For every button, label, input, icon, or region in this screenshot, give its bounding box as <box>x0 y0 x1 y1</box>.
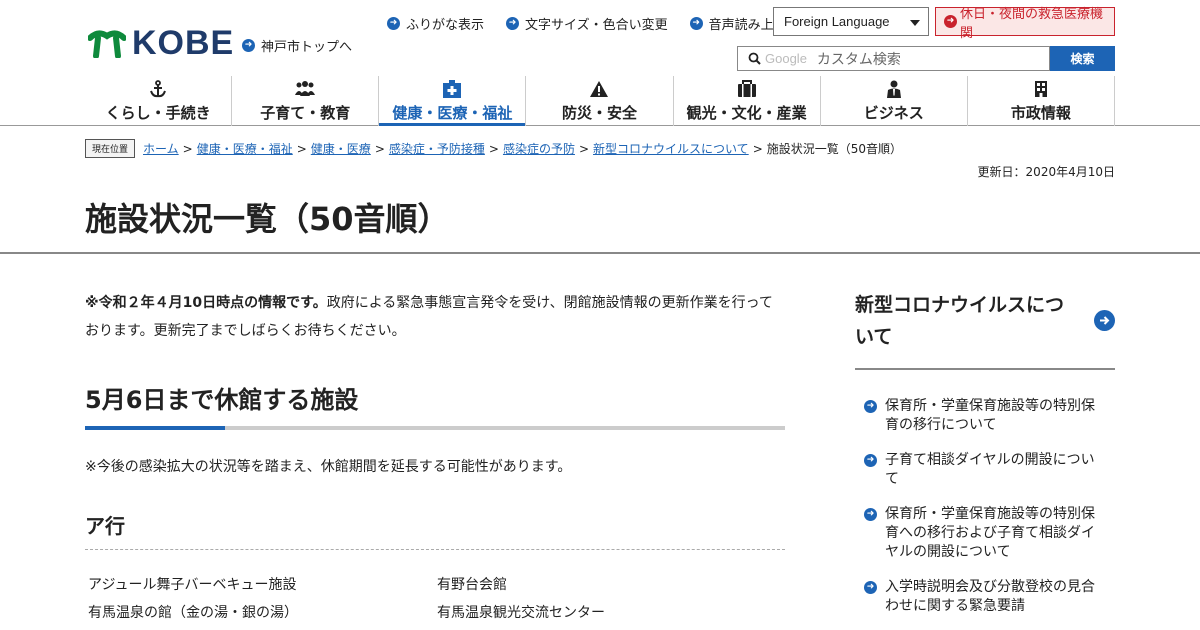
google-brand: Google <box>765 51 807 66</box>
suitcase-icon <box>737 80 757 98</box>
sidebar-item-school-request[interactable]: ➜ 入学時説明会及び分散登校の見合わせに関する緊急要請 <box>864 578 1104 616</box>
emergency-label: 休日・夜間の救急医療機関 <box>960 6 1104 41</box>
arrow-right-icon: ➜ <box>387 17 400 30</box>
site-search: Google カスタム検索 検索 <box>737 46 1115 71</box>
breadcrumb-current: 施設状況一覧（50音順） <box>766 142 903 156</box>
font-size-label: 文字サイズ・色合い変更 <box>525 18 668 33</box>
logo-text: KOBE <box>132 24 235 62</box>
arrow-right-icon: ➜ <box>506 17 520 30</box>
sidebar-item-label: 保育所・学童保育施設等の特別保育への移行および子育て相談ダイヤルの開設について <box>885 506 1095 560</box>
font-size-color-link[interactable]: ➜ 文字サイズ・色合い変更 <box>506 14 668 33</box>
chevron-down-icon <box>910 20 920 26</box>
kobe-emblem-icon <box>88 30 126 58</box>
breadcrumb-separator: > <box>488 141 499 156</box>
breadcrumb-link-health-welfare[interactable]: 健康・医療・福祉 <box>197 140 293 157</box>
arrow-right-icon: ➜ <box>864 581 877 594</box>
site-header: KOBE ➜ 神戸市トップへ ➜ ふりがな表示 ➜ 文字サイズ・色合い変更 ➜ … <box>0 0 1200 126</box>
arrow-right-icon: ➜ <box>689 17 703 30</box>
breadcrumb-separator: > <box>374 141 385 156</box>
arrow-right-icon: ➜ <box>944 15 957 28</box>
breadcrumb-link-infection-vaccination[interactable]: 感染症・予防接種 <box>389 140 485 157</box>
breadcrumb: 現在位置 ホーム > 健康・医療・福祉 > 健康・医療 > 感染症・予防接種 > 感染症… <box>85 139 902 158</box>
nav-item-business[interactable]: ビジネス <box>819 76 967 126</box>
facility-item: 有野台会館 <box>437 577 507 593</box>
utility-links: ➜ ふりがな表示 ➜ 文字サイズ・色合い変更 ➜ 音声読み上げ <box>387 14 809 33</box>
arrow-right-icon: ➜ <box>242 39 255 52</box>
breadcrumb-separator: > <box>752 141 763 156</box>
emergency-medical-link[interactable]: ➜ 休日・夜間の救急医療機関 <box>935 7 1115 41</box>
search-input[interactable]: Google カスタム検索 <box>737 46 1050 71</box>
subsection-title-a-row: ア行 <box>85 514 125 538</box>
sidebar-item-label: 入学時説明会及び分散登校の見合わせに関する緊急要請 <box>885 579 1095 614</box>
intro-bold: ※令和２年４月10日時点の情報です。 <box>85 295 327 311</box>
medical-cross-icon <box>442 80 462 98</box>
nav-label: 観光・文化・産業 <box>686 104 807 122</box>
language-select-value: Foreign Language <box>784 14 890 29</box>
kobe-top-link[interactable]: ➜ 神戸市トップへ <box>242 36 352 55</box>
warning-icon <box>589 80 609 98</box>
facility-list: アジュール舞子バーベキュー施設 有野台会館 有馬温泉の館（金の湯・銀の湯） 有馬… <box>88 574 788 622</box>
facility-item: 有馬温泉の館（金の湯・銀の湯） <box>88 605 298 621</box>
breadcrumb-link-infection-prevention[interactable]: 感染症の予防 <box>503 140 575 157</box>
sidebar-list: ➜ 保育所・学童保育施設等の特別保育の移行について ➜ 子育て相談ダイヤルの開設… <box>864 397 1104 630</box>
breadcrumb-link-coronavirus[interactable]: 新型コロナウイルスについて <box>593 140 749 157</box>
nav-label: 市政情報 <box>1010 104 1071 122</box>
page-title: 施設状況一覧（50音順） <box>85 200 450 238</box>
arrow-right-icon: ➜ <box>864 454 877 467</box>
sidebar-item-childcare-hotline[interactable]: ➜ 子育て相談ダイヤルの開設について <box>864 451 1104 489</box>
sidebar-divider <box>855 368 1115 370</box>
sidebar-title-link[interactable]: 新型コロナウイルスについて <box>855 289 1080 353</box>
kobe-logo[interactable]: KOBE <box>88 26 234 60</box>
nav-label: 子育て・教育 <box>260 104 351 122</box>
search-icon <box>748 52 761 65</box>
nav-label: くらし・手続き <box>105 104 211 122</box>
nav-item-city-info[interactable]: 市政情報 <box>966 76 1115 126</box>
nav-label: 健康・医療・福祉 <box>392 104 513 122</box>
breadcrumb-separator: > <box>578 141 590 156</box>
sidebar-arrow-right-icon[interactable] <box>1094 310 1115 331</box>
sidebar-item-childcare-combined[interactable]: ➜ 保育所・学童保育施設等の特別保育への移行および子育て相談ダイヤルの開設につい… <box>864 505 1104 562</box>
subsection-divider <box>85 549 785 550</box>
nav-label: 防災・安全 <box>561 104 637 122</box>
nav-item-tourism[interactable]: 観光・文化・産業 <box>672 76 820 126</box>
breadcrumb-separator: > <box>182 141 193 156</box>
building-icon <box>1034 80 1048 98</box>
nav-item-disaster[interactable]: 防災・安全 <box>525 76 672 126</box>
sidebar-item-label: 保育所・学童保育施設等の特別保育の移行について <box>885 398 1095 433</box>
arrow-right-icon: ➜ <box>864 508 877 521</box>
sidebar-item-label: 子育て相談ダイヤルの開設について <box>885 452 1095 487</box>
foreign-language-select[interactable]: Foreign Language <box>773 7 929 36</box>
anchor-icon <box>149 80 167 98</box>
businessperson-icon <box>886 80 902 98</box>
furigana-label: ふりがな表示 <box>406 18 485 33</box>
nav-item-health[interactable]: 健康・医療・福祉 <box>378 76 526 126</box>
extension-note: ※今後の感染拡大の状況等を踏まえ、休館期間を延長する可能性があります。 <box>85 459 572 475</box>
nav-item-living[interactable]: くらし・手続き <box>85 76 231 126</box>
search-button[interactable]: 検索 <box>1050 46 1115 71</box>
facility-item: アジュール舞子バーベキュー施設 <box>88 577 297 593</box>
global-nav: くらし・手続き 子育て・教育 健康・医療・福祉 防災・安全 観光・文化・産業 ビ… <box>85 76 1115 126</box>
breadcrumb-link-health-medical[interactable]: 健康・医療 <box>311 140 371 157</box>
updated-date: 更新日：2020年4月10日 <box>977 165 1115 179</box>
intro-text: ※令和２年４月10日時点の情報です。政府による緊急事態宣言発令を受け、閉館施設情… <box>85 289 785 345</box>
nav-label: ビジネス <box>863 104 924 122</box>
section-title-underline <box>85 426 785 430</box>
sidebar-item-special-childcare[interactable]: ➜ 保育所・学童保育施設等の特別保育の移行について <box>864 397 1104 435</box>
breadcrumb-separator: > <box>296 141 307 156</box>
facility-item: 有馬温泉観光交流センター <box>437 605 605 621</box>
top-link-label: 神戸市トップへ <box>261 40 353 55</box>
nav-item-childcare[interactable]: 子育て・教育 <box>231 76 378 126</box>
arrow-right-icon: ➜ <box>864 400 877 413</box>
people-icon <box>294 80 316 98</box>
title-divider <box>0 252 1200 254</box>
breadcrumb-badge: 現在位置 <box>85 139 136 158</box>
search-placeholder: カスタム検索 <box>816 51 901 68</box>
furigana-link[interactable]: ➜ ふりがな表示 <box>387 14 484 33</box>
section-title: 5月6日まで休館する施設 <box>85 386 359 414</box>
breadcrumb-link-home[interactable]: ホーム <box>143 140 179 157</box>
